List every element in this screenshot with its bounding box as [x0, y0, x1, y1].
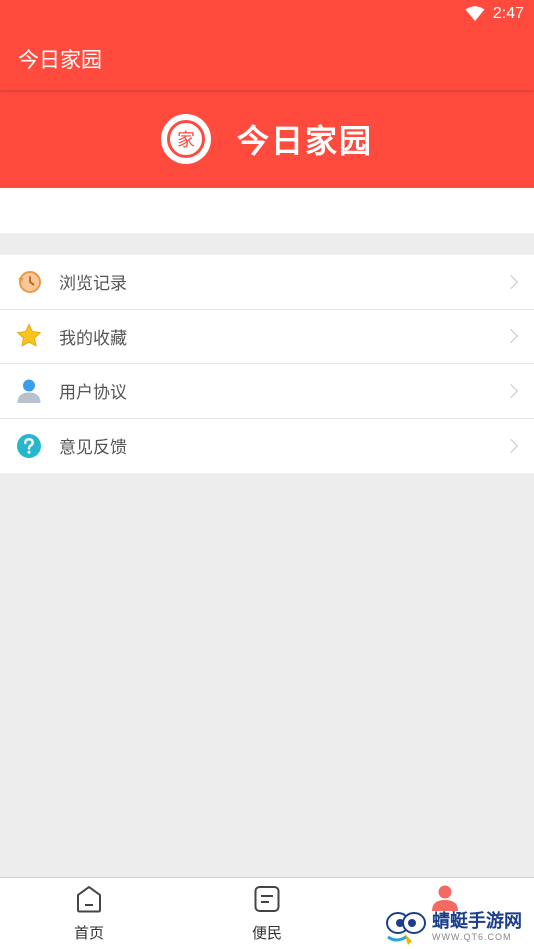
- menu-item-history[interactable]: 浏览记录: [0, 255, 534, 310]
- wifi-icon: [465, 6, 485, 21]
- chevron-right-icon: [503, 438, 519, 453]
- watermark-sub-text: WWW.QT6.COM: [432, 932, 512, 942]
- brand-name: 今日家园: [236, 122, 373, 160]
- chevron-right-icon: [503, 274, 519, 289]
- app-logo: 家: [160, 114, 211, 164]
- app-bar-title: 今日家园: [18, 48, 102, 72]
- nav-item-services[interactable]: 便民: [178, 878, 356, 949]
- menu-item-favorites[interactable]: 我的收藏: [0, 310, 534, 364]
- dragonfly-logo-icon: [386, 912, 426, 945]
- menu-item-feedback[interactable]: 意见反馈: [0, 419, 534, 474]
- menu-item-label: 用户协议: [59, 383, 127, 404]
- profile-header: 家 今日家园: [0, 90, 534, 188]
- profile-spacer: [0, 188, 534, 233]
- watermark-logo: 蜻蜓手游网 WWW.QT6.COM: [384, 906, 532, 948]
- watermark-main-text: 蜻蜓手游网: [432, 911, 522, 932]
- home-icon: [77, 886, 101, 913]
- star-icon: [16, 323, 42, 349]
- logo-char: 家: [166, 120, 205, 158]
- menu-item-label: 浏览记录: [59, 274, 127, 295]
- chevron-right-icon: [503, 383, 519, 398]
- status-time: 2:47: [492, 5, 524, 22]
- help-icon: [16, 433, 42, 459]
- app-bar: 今日家园: [0, 28, 534, 90]
- menu-item-label: 我的收藏: [59, 328, 127, 349]
- menu-list: 浏览记录 我的收藏 用户协议 意见反馈: [0, 255, 534, 473]
- screen: 2:47 今日家园 家 今日家园 浏览记录 我的收藏 用户协议 意见反馈 首页 …: [0, 0, 534, 949]
- user-icon: [16, 378, 42, 404]
- history-icon: [16, 269, 42, 295]
- nav-label: 首页: [73, 924, 104, 942]
- nav-label: 便民: [251, 924, 282, 942]
- menu-item-label: 意见反馈: [59, 438, 127, 459]
- services-icon: [254, 886, 280, 912]
- menu-item-agreement[interactable]: 用户协议: [0, 364, 534, 419]
- nav-item-home[interactable]: 首页: [0, 878, 178, 949]
- status-bar: 2:47: [0, 0, 534, 28]
- chevron-right-icon: [503, 329, 519, 344]
